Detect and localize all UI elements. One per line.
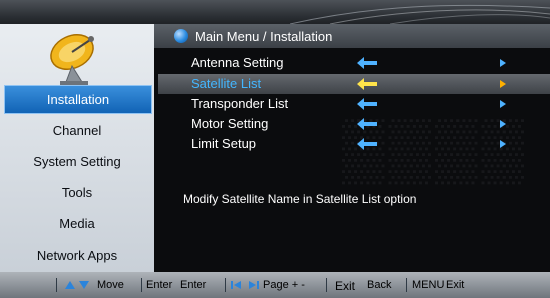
left-arrow-icon (357, 57, 377, 69)
move-hint: Move (97, 279, 124, 291)
page-skip-icon (231, 281, 259, 289)
menu-item-satellite-list[interactable]: Satellite List (158, 74, 550, 94)
sidebar-item-channel[interactable]: Channel (0, 117, 154, 144)
separator (326, 278, 327, 292)
menu-item-limit-setup[interactable]: Limit Setup (154, 134, 550, 154)
menu-item-label: Motor Setting (191, 116, 269, 131)
left-arrow-icon (357, 98, 377, 110)
sidebar-item-media[interactable]: Media (0, 210, 154, 237)
menu-item-transponder-list[interactable]: Transponder List (154, 94, 550, 114)
left-arrow-icon (357, 138, 377, 150)
menu-item-label: Limit Setup (191, 136, 257, 151)
left-arrow-icon (357, 78, 377, 90)
menu-item-motor-setting[interactable]: Motor Setting (154, 114, 550, 134)
separator (406, 278, 407, 292)
menu-item-label: Transponder List (191, 96, 289, 111)
right-arrow-icon (500, 140, 506, 148)
left-arrow-icon (357, 118, 377, 130)
breadcrumb: Main Menu / Installation (195, 29, 333, 44)
separator (141, 278, 142, 292)
right-arrow-icon (500, 80, 506, 88)
menu-item-label: Satellite List (191, 76, 262, 91)
sidebar-item-system-setting[interactable]: System Setting (0, 148, 154, 175)
page-hint: Page + - (263, 279, 305, 291)
exit-hint: Exit (446, 279, 465, 291)
separator (56, 278, 57, 292)
back-hint: Back (367, 279, 392, 291)
right-arrow-icon (500, 59, 506, 67)
right-arrow-icon (500, 100, 506, 108)
sidebar: Installation Channel System Setting Tool… (0, 24, 154, 272)
enter-key: Enter (146, 279, 173, 291)
breadcrumb-bar: Main Menu / Installation (154, 24, 550, 48)
swoosh-decoration (290, 4, 550, 24)
globe-icon (174, 29, 188, 43)
menu-key: MENU (412, 279, 445, 291)
menu-item-antenna-setting[interactable]: Antenna Setting (154, 53, 550, 73)
main-panel: Main Menu / Installation ▒▒▒▒ Antenna Se… (154, 24, 550, 272)
help-text: Modify Satellite Name in Satellite List … (183, 192, 417, 206)
menu-item-label: Antenna Setting (191, 55, 284, 70)
sidebar-item-network-apps[interactable]: Network Apps (0, 242, 154, 269)
satellite-dish-icon (38, 30, 118, 86)
exit-key: Exit (335, 279, 356, 293)
sidebar-item-tools[interactable]: Tools (0, 179, 154, 206)
sidebar-item-installation[interactable]: Installation (4, 85, 152, 114)
right-arrow-icon (500, 120, 506, 128)
up-down-arrows-icon (65, 281, 89, 289)
top-banner (0, 0, 550, 24)
key-hint-bar: Move Enter Enter Page + - Exit Back MENU… (0, 272, 550, 298)
enter-hint: Enter (180, 279, 207, 291)
separator (225, 278, 226, 292)
